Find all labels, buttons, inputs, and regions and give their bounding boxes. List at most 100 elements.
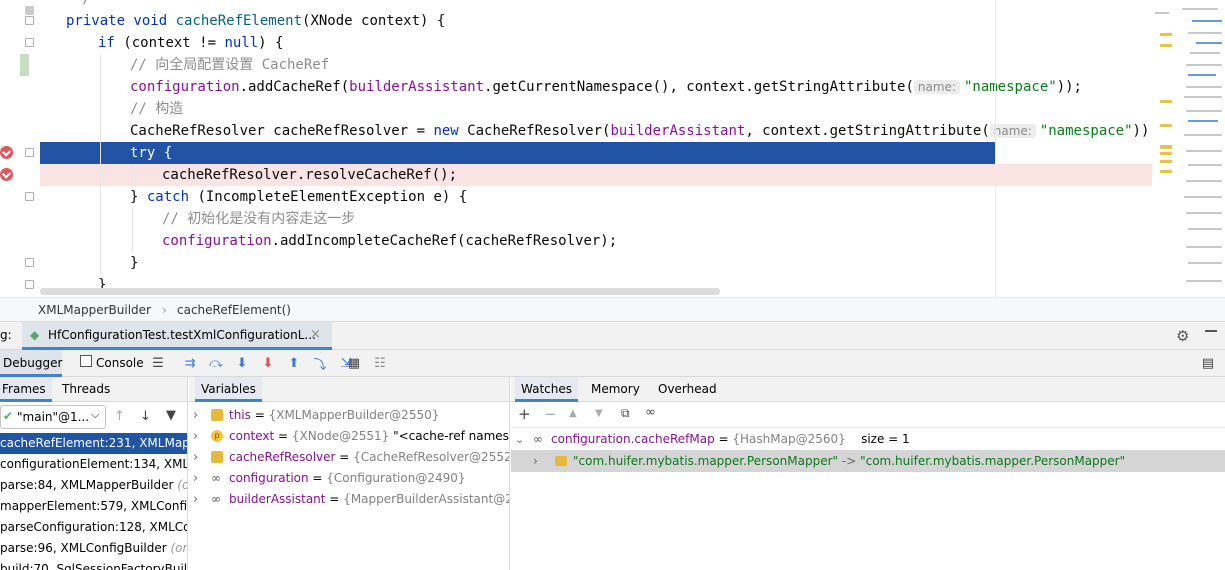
tab-console[interactable]: Console bbox=[96, 356, 144, 370]
chevron-down-icon[interactable]: ⌄ bbox=[515, 429, 524, 450]
code-line[interactable]: cacheRefResolver.resolveCacheRef(); bbox=[40, 164, 1155, 186]
arrow-up-icon[interactable]: ↑ bbox=[114, 409, 125, 424]
code-token: if bbox=[98, 35, 124, 51]
code-token: (context != bbox=[123, 35, 225, 51]
code-token: .addCacheRef( bbox=[239, 79, 350, 95]
debug-label: g: bbox=[0, 328, 12, 342]
filter-icon[interactable]: ▼ bbox=[166, 408, 176, 423]
variable-value: {MapperBuilderAssistant@255 bbox=[343, 492, 509, 506]
fold-marker[interactable] bbox=[25, 258, 34, 267]
stack-frame[interactable]: parseConfiguration:128, XMLCon bbox=[0, 517, 187, 538]
drop-frame-icon[interactable]: ⤵ bbox=[312, 355, 328, 373]
watch-row[interactable]: ⌄ ∞ configuration.cacheRefMap = {HashMap… bbox=[511, 429, 1225, 450]
code-line[interactable]: } bbox=[40, 252, 1155, 274]
variable-name: builderAssistant bbox=[229, 492, 326, 506]
stack-frame[interactable]: cacheRefElement:231, XMLMapp bbox=[0, 433, 187, 454]
tab-variables[interactable]: Variables bbox=[195, 377, 262, 402]
chevron-right-icon[interactable]: › bbox=[193, 468, 198, 489]
field-icon bbox=[211, 409, 223, 421]
stack-frame[interactable]: build:70, SqlSessionFactoryBuild bbox=[0, 559, 187, 570]
editor-gutter[interactable] bbox=[0, 0, 40, 297]
fold-marker[interactable] bbox=[25, 192, 34, 201]
tab-debugger[interactable]: Debugger bbox=[0, 350, 62, 377]
code-token: .addIncompleteCacheRef(cacheRefResolver)… bbox=[271, 233, 618, 249]
step-out-icon[interactable]: ⬆ bbox=[286, 355, 302, 371]
code-editor[interactable]: */ private void cacheRefElement(XNode con… bbox=[0, 0, 1225, 297]
restore-layout-icon[interactable]: ▤ bbox=[1200, 355, 1216, 371]
move-up-icon[interactable]: ▲ bbox=[569, 408, 577, 419]
fold-marker[interactable] bbox=[25, 38, 34, 47]
variable-preview: "<cache-ref namespac bbox=[393, 429, 509, 443]
code-line[interactable]: configuration.addCacheRef(builderAssista… bbox=[40, 76, 1155, 98]
chevron-right-icon[interactable]: › bbox=[193, 405, 198, 426]
stack-frame[interactable]: configurationElement:134, XMLM bbox=[0, 454, 187, 475]
tab-threads[interactable]: Threads bbox=[56, 377, 116, 402]
breadcrumb-class[interactable]: XMLMapperBuilder bbox=[38, 298, 151, 322]
copy-icon[interactable]: ⧉ bbox=[621, 406, 630, 421]
code-line[interactable]: CacheRefResolver cacheRefResolver = new … bbox=[40, 120, 1158, 142]
variable-row[interactable]: › cacheRefResolver = {CacheRefResolver@25… bbox=[189, 447, 509, 468]
fold-marker[interactable] bbox=[25, 148, 34, 157]
code-line[interactable]: // 初始化是没有内容走这一步 bbox=[40, 208, 1155, 230]
code-token: configuration bbox=[162, 233, 272, 249]
tab-debugger-label: Debugger bbox=[3, 356, 63, 370]
code-line[interactable]: // 构造 bbox=[40, 98, 1155, 120]
glasses-icon[interactable]: ∞ bbox=[645, 405, 656, 420]
minimize-icon[interactable] bbox=[1205, 330, 1217, 332]
close-icon[interactable]: × bbox=[310, 327, 321, 342]
chevron-right-icon[interactable]: › bbox=[193, 489, 198, 510]
stack-frame[interactable]: parse:84, XMLMapperBuilder (or bbox=[0, 475, 187, 496]
code-line[interactable]: if (context != null) { bbox=[40, 32, 1155, 54]
stack-frame[interactable]: parse:96, XMLConfigBuilder (org bbox=[0, 538, 187, 559]
layout-icon[interactable]: ☰ bbox=[150, 355, 166, 371]
fold-marker[interactable] bbox=[25, 6, 34, 15]
evaluate-expression-icon[interactable]: ▦ bbox=[346, 355, 362, 371]
code-line[interactable]: // 向全局配置设置 CacheRef bbox=[40, 54, 1155, 76]
trace-icon[interactable]: ☷ bbox=[372, 355, 388, 371]
chevron-right-icon[interactable]: › bbox=[193, 426, 198, 447]
move-down-icon[interactable]: ▼ bbox=[595, 408, 603, 419]
watch-entry-row[interactable]: › "com.huifer.mybatis.mapper.PersonMappe… bbox=[511, 450, 1225, 472]
chevron-right-icon[interactable]: › bbox=[533, 450, 538, 472]
add-icon[interactable]: + bbox=[518, 405, 531, 423]
code-line[interactable]: configuration.addIncompleteCacheRef(cach… bbox=[40, 230, 1155, 252]
force-step-into-icon[interactable]: ⬇ bbox=[260, 355, 276, 371]
gear-icon[interactable]: ⚙ bbox=[1176, 327, 1189, 345]
tab-watches[interactable]: Watches bbox=[515, 377, 578, 402]
step-over-icon[interactable]: ⤼ bbox=[208, 355, 224, 371]
debug-panels: Frames Threads ✔ "main"@1... ⌵ ↑ ↓ ▼ cac… bbox=[0, 377, 1225, 570]
variable-row[interactable]: › p context = {XNode@2551} "<cache-ref nam… bbox=[189, 426, 509, 447]
code-token: new bbox=[433, 123, 468, 139]
vcs-change-marker[interactable] bbox=[20, 54, 29, 76]
error-stripe[interactable] bbox=[1152, 0, 1225, 297]
tab-frames[interactable]: Frames bbox=[0, 377, 52, 402]
code-line[interactable]: } catch (IncompleteElementException e) { bbox=[40, 186, 1155, 208]
show-execution-point-icon[interactable]: ⇉ bbox=[182, 355, 198, 371]
breadcrumb-method[interactable]: cacheRefElement() bbox=[177, 298, 291, 322]
arrow-down-icon[interactable]: ↓ bbox=[140, 409, 151, 424]
current-execution-line[interactable]: try { bbox=[40, 142, 995, 164]
stack-frame[interactable]: mapperElement:579, XMLConfigB bbox=[0, 496, 187, 517]
breakpoint-icon[interactable] bbox=[0, 146, 13, 159]
fold-marker[interactable] bbox=[25, 280, 34, 289]
chevron-right-icon[interactable]: › bbox=[193, 447, 198, 468]
code-token: private void bbox=[66, 13, 176, 29]
variable-row[interactable]: › this = {XMLMapperBuilder@2550} bbox=[189, 405, 509, 426]
code-token: null bbox=[224, 35, 259, 51]
tab-memory[interactable]: Memory bbox=[585, 377, 646, 402]
code-line[interactable]: */ bbox=[40, 0, 1155, 10]
debug-session-tab[interactable]: ◆ HfConfigurationTest.testXmlConfigurati… bbox=[22, 322, 332, 350]
remove-icon[interactable]: − bbox=[544, 405, 557, 423]
code-token: )); bbox=[1056, 79, 1082, 95]
step-into-icon[interactable]: ⬇ bbox=[234, 355, 250, 371]
fold-marker[interactable] bbox=[25, 16, 34, 25]
variable-row[interactable]: › ∞ configuration = {Configuration@2490} bbox=[189, 468, 509, 489]
thread-selector[interactable]: ✔ "main"@1... ⌵ bbox=[0, 405, 106, 429]
variable-name: context bbox=[229, 429, 275, 443]
breakpoint-icon[interactable] bbox=[0, 168, 13, 181]
horizontal-scrollbar[interactable] bbox=[40, 288, 720, 295]
code-token: try bbox=[130, 145, 164, 161]
tab-overhead[interactable]: Overhead bbox=[652, 377, 723, 402]
code-line[interactable]: private void cacheRefElement(XNode conte… bbox=[40, 10, 1155, 32]
variable-row[interactable]: › ∞ builderAssistant = {MapperBuilderAssis… bbox=[189, 489, 509, 510]
